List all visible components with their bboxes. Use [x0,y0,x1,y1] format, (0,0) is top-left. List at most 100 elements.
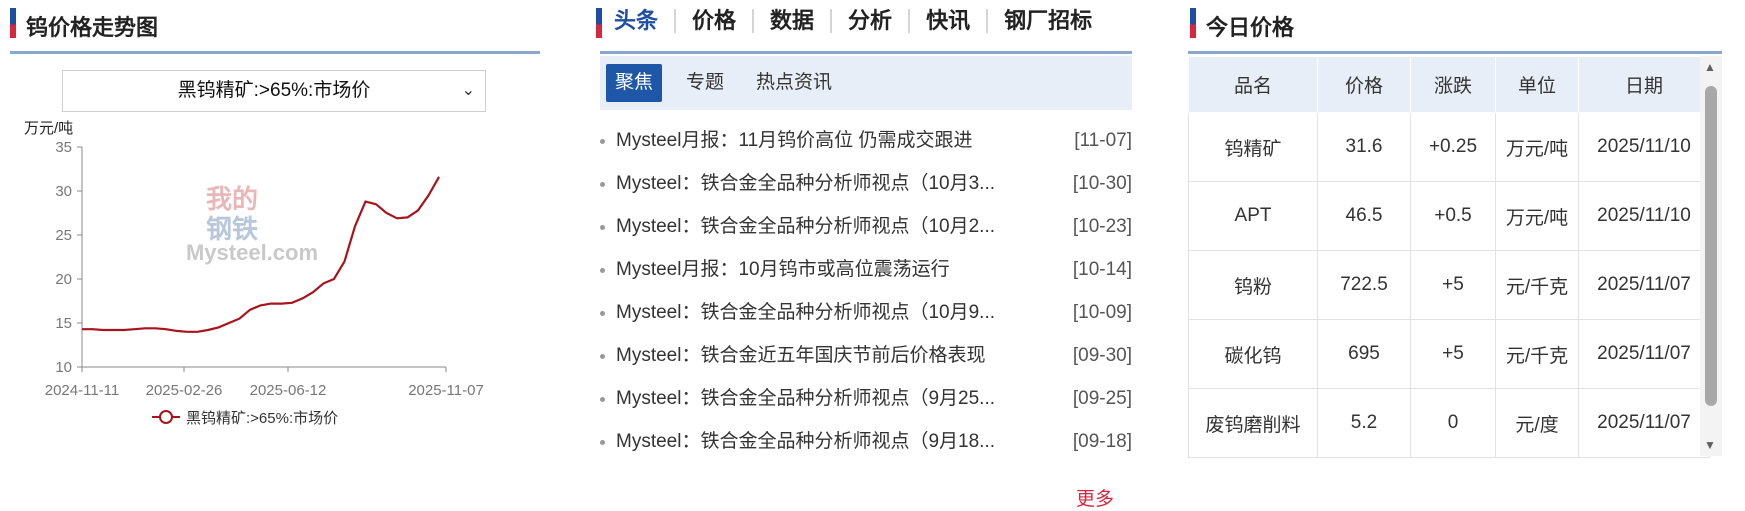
title-accent-bar [10,8,16,38]
price-chart: 我的钢铁Mysteel.com万元/吨1015202530352024-11-1… [24,120,484,427]
product-name[interactable]: 碳化钨 [1188,319,1318,389]
product-name[interactable]: APT [1188,181,1318,251]
subtab-focus[interactable]: 聚焦 [606,64,663,102]
y-tick-label: 20 [55,271,72,288]
x-tick-label: 2025-11-07 [408,382,484,399]
price-change: 0 [1410,388,1496,458]
table-row[interactable]: 钨粉 722.5 +5 元/千克 2025/11/07 [1188,250,1710,320]
watermark-text: Mysteel.com [186,240,318,265]
news-item[interactable]: Mysteel：铁合金全品种分析师视点（9月18... [09-18] [600,420,1132,463]
chart-panel-title: 钨价格走势图 [26,15,159,40]
product-name[interactable]: 废钨磨削料 [1188,388,1318,458]
y-tick-label: 15 [55,315,72,332]
news-item[interactable]: Mysteel：铁合金近五年国庆节前后价格表现 [09-30] [600,334,1132,377]
bullet-icon [600,440,605,445]
news-panel-divider [600,51,1132,54]
table-row[interactable]: APT 46.5 +0.5 万元/吨 2025/11/10 [1188,181,1710,251]
news-date: [10-14] [1072,259,1132,280]
price-change: +0.5 [1410,181,1496,251]
price-change: +5 [1410,250,1496,320]
product-select[interactable]: 黑钨精矿:>65%:市场价 ⌄ [62,70,486,112]
news-date: [09-25] [1072,388,1132,409]
y-axis-label: 万元/吨 [24,120,73,137]
table-header-row: 品名 价格 涨跌 单位 日期 [1188,56,1710,113]
x-tick-label: 2025-06-12 [250,382,327,399]
chart-panel-divider [10,51,540,54]
price-date: 2025/11/10 [1578,181,1710,251]
news-title[interactable]: Mysteel：铁合金全品种分析师视点（10月9... [616,291,1026,334]
price-value: 31.6 [1317,112,1411,182]
tab-flash[interactable]: 快讯 [908,9,986,33]
col-header-unit: 单位 [1495,56,1579,113]
tab-tender[interactable]: 钢厂招标 [986,9,1108,33]
news-item[interactable]: Mysteel：铁合金全品种分析师视点（10月3... [10-30] [600,162,1132,205]
y-tick-label: 25 [55,227,72,244]
chevron-down-icon: ⌄ [461,82,475,99]
bullet-icon [600,182,605,187]
news-date: [11-07] [1074,130,1132,151]
news-title[interactable]: Mysteel：铁合金全品种分析师视点（10月3... [616,162,1026,205]
price-panel-divider [1188,51,1722,54]
table-row[interactable]: 碳化钨 695 +5 元/千克 2025/11/07 [1188,319,1710,389]
price-change: +0.25 [1410,112,1496,182]
tab-data[interactable]: 数据 [752,9,830,33]
table-row[interactable]: 钨精矿 31.6 +0.25 万元/吨 2025/11/10 [1188,112,1710,182]
title-accent-bar [596,8,602,38]
bullet-icon [600,397,605,402]
news-title[interactable]: Mysteel：铁合金全品种分析师视点（10月2... [616,205,1026,248]
bullet-icon [600,311,605,316]
col-header-date: 日期 [1578,56,1710,113]
news-title[interactable]: Mysteel：铁合金全品种分析师视点（9月25... [616,377,1026,420]
price-date: 2025/11/07 [1578,250,1710,320]
news-subtabs: 聚焦 专题 热点资讯 [600,56,1132,110]
price-unit: 万元/吨 [1495,112,1579,182]
price-panel-title: 今日价格 [1206,15,1295,40]
news-item[interactable]: Mysteel：铁合金全品种分析师视点（9月25... [09-25] [600,377,1132,420]
news-date: [09-18] [1072,431,1132,452]
news-title[interactable]: Mysteel月报：11月钨价高位 仍需成交跟进 [616,119,1026,162]
news-title[interactable]: Mysteel：铁合金全品种分析师视点（9月18... [616,420,1026,463]
tab-analysis[interactable]: 分析 [830,9,908,33]
price-value: 695 [1317,319,1411,389]
news-date: [10-30] [1072,173,1132,194]
bullet-icon [600,268,605,273]
col-header-change: 涨跌 [1410,56,1496,113]
tab-headline[interactable]: 头条 [614,9,674,33]
price-unit: 元/千克 [1495,319,1579,389]
price-value: 46.5 [1317,181,1411,251]
watermark-text: 我的 [206,184,258,215]
table-row[interactable]: 废钨磨削料 5.2 0 元/度 2025/11/07 [1188,388,1710,458]
product-select-value: 黑钨精矿:>65%:市场价 [177,80,371,101]
price-date: 2025/11/10 [1578,112,1710,182]
bullet-icon [600,225,605,230]
price-date: 2025/11/07 [1578,319,1710,389]
price-date: 2025/11/07 [1578,388,1710,458]
news-item[interactable]: Mysteel月报：11月钨价高位 仍需成交跟进 [11-07] [600,119,1132,162]
scroll-up-icon[interactable]: ▲ [1704,60,1716,74]
bullet-icon [600,354,605,359]
price-table-scrollbar[interactable]: ▲ ▼ [1700,56,1722,456]
y-tick-label: 10 [55,359,72,376]
product-name[interactable]: 钨粉 [1188,250,1318,320]
news-date: [09-30] [1072,345,1132,366]
news-tabs: 头条 价格 数据 分析 快讯 钢厂招标 [614,8,1108,38]
news-title[interactable]: Mysteel：铁合金近五年国庆节前后价格表现 [616,334,1026,377]
y-tick-label: 30 [55,183,72,200]
scrollbar-thumb[interactable] [1705,86,1717,406]
col-header-name: 品名 [1188,56,1318,113]
scroll-down-icon[interactable]: ▼ [1704,438,1716,452]
product-name[interactable]: 钨精矿 [1188,112,1318,182]
news-title[interactable]: Mysteel月报：10月钨市或高位震荡运行 [616,248,1026,291]
news-item[interactable]: Mysteel：铁合金全品种分析师视点（10月2... [10-23] [600,205,1132,248]
price-unit: 元/千克 [1495,250,1579,320]
x-tick-label: 2025-02-26 [146,382,223,399]
news-date: [10-09] [1072,302,1132,323]
title-accent-bar [1190,8,1196,38]
subtab-topics[interactable]: 专题 [686,64,724,102]
x-tick-label: 2024-11-11 [45,382,120,399]
tab-price[interactable]: 价格 [674,9,752,33]
news-item[interactable]: Mysteel月报：10月钨市或高位震荡运行 [10-14] [600,248,1132,291]
more-link[interactable]: 更多 [1076,484,1114,511]
news-item[interactable]: Mysteel：铁合金全品种分析师视点（10月9... [10-09] [600,291,1132,334]
subtab-hot-news[interactable]: 热点资讯 [756,64,832,102]
